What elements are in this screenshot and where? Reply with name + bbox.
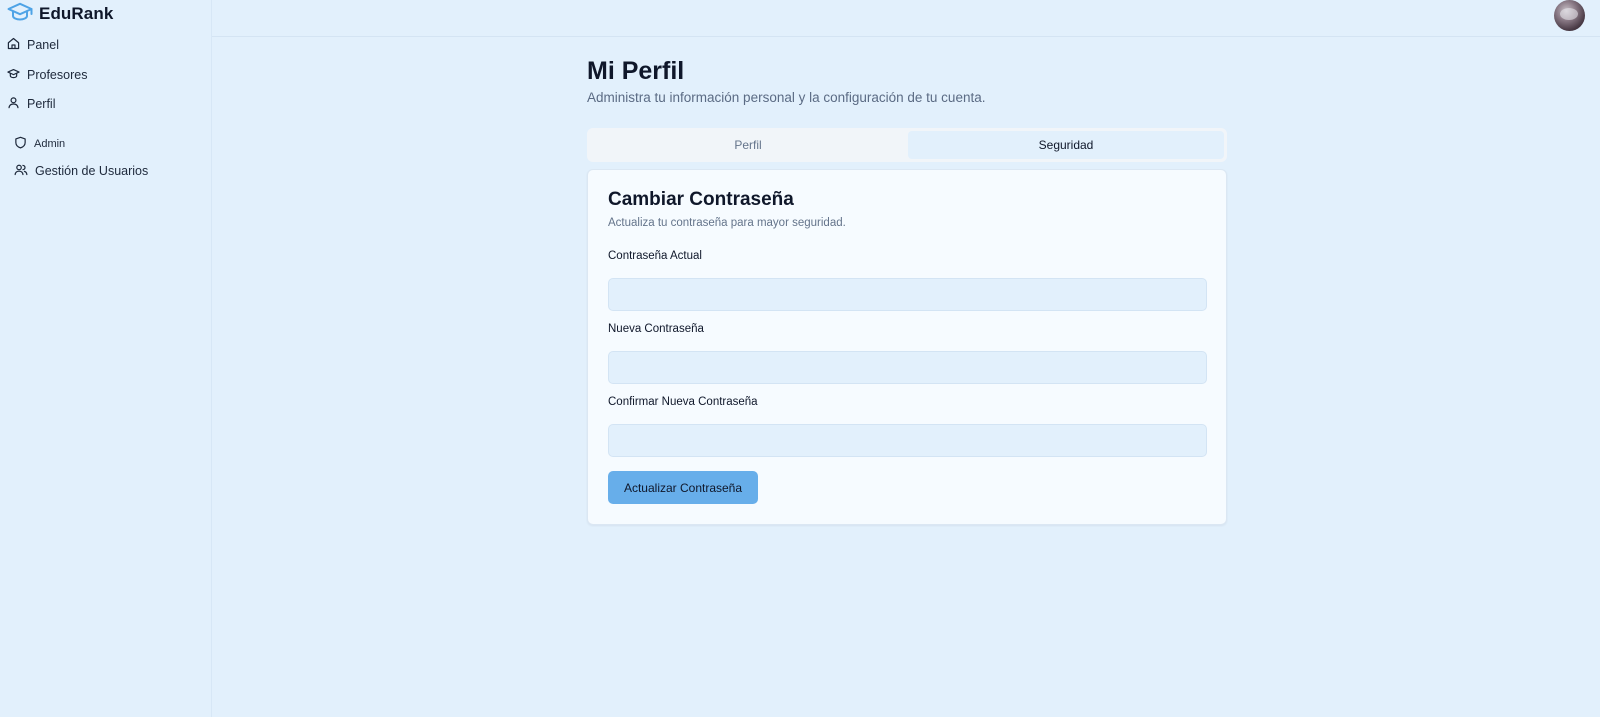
update-password-button[interactable]: Actualizar Contraseña: [608, 471, 758, 504]
confirm-password-input[interactable]: [608, 424, 1207, 457]
new-password-label: Nueva Contraseña: [608, 323, 704, 335]
sidebar-item-gestion-usuarios[interactable]: Gestión de Usuarios: [14, 160, 148, 182]
current-password-input[interactable]: [608, 278, 1207, 311]
card-description: Actualiza tu contraseña para mayor segur…: [608, 217, 846, 229]
sidebar-item-perfil[interactable]: Perfil: [7, 93, 55, 115]
sidebar-section-label: Admin: [34, 138, 66, 150]
sidebar-item-label: Panel: [27, 38, 59, 52]
current-password-label: Contraseña Actual: [608, 250, 702, 262]
tab-seguridad[interactable]: Seguridad: [908, 131, 1224, 159]
users-icon: [14, 163, 28, 179]
sidebar-item-label: Profesores: [27, 68, 88, 82]
new-password-input[interactable]: [608, 351, 1207, 384]
graduation-cap-icon: [7, 2, 33, 27]
user-avatar[interactable]: [1554, 0, 1585, 31]
sidebar-item-label: Perfil: [27, 97, 56, 111]
change-password-card: Cambiar Contraseña Actualiza tu contrase…: [587, 169, 1227, 525]
page-subtitle: Administra tu información personal y la …: [587, 90, 986, 105]
sidebar-section-admin: Admin: [14, 133, 65, 155]
profile-tabs: Perfil Seguridad: [587, 128, 1227, 162]
shield-icon: [14, 136, 27, 152]
sidebar-item-profesores[interactable]: Profesores: [7, 64, 87, 86]
confirm-password-label: Confirmar Nueva Contraseña: [608, 396, 758, 408]
app-name: EduRank: [39, 4, 114, 23]
card-title: Cambiar Contraseña: [608, 189, 794, 210]
graduation-cap-icon: [7, 67, 20, 83]
brand[interactable]: EduRank: [7, 2, 113, 26]
top-bar: [212, 0, 1600, 37]
user-icon: [7, 96, 20, 112]
sidebar-item-label: Gestión de Usuarios: [35, 164, 149, 178]
home-icon: [7, 37, 20, 53]
sidebar: EduRank Panel Profesores Perfil Admin Ge…: [0, 0, 212, 717]
page-title: Mi Perfil: [587, 57, 685, 85]
tab-perfil[interactable]: Perfil: [590, 131, 906, 159]
sidebar-item-panel[interactable]: Panel: [7, 34, 59, 56]
